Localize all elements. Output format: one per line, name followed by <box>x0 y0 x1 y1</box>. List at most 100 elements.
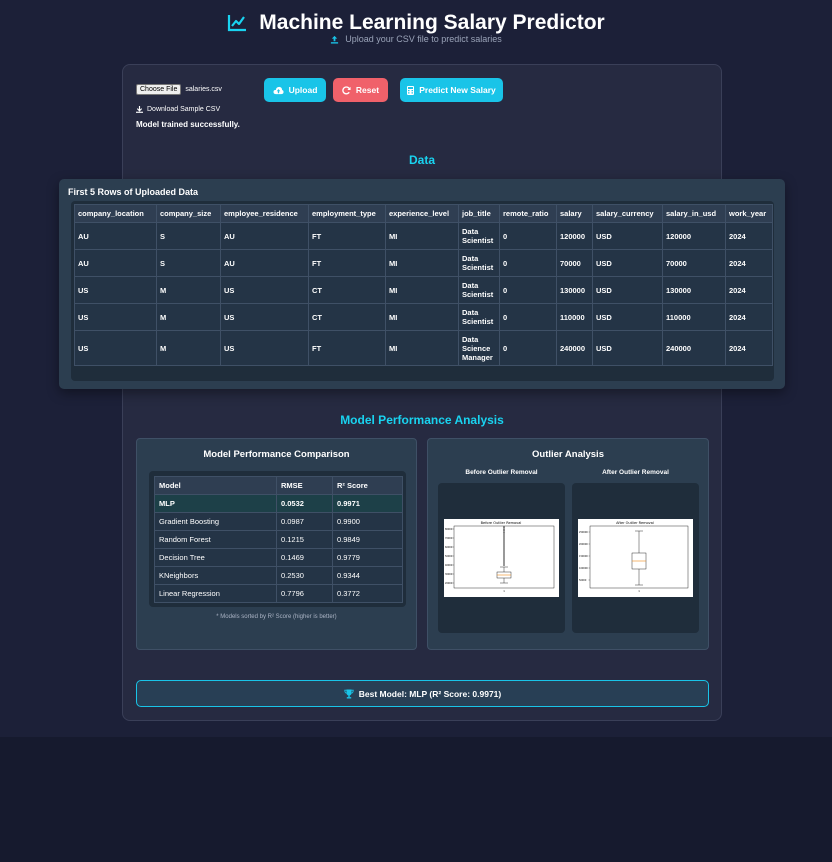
data-table-cell: 120000 <box>556 222 593 250</box>
data-table-cell: 110000 <box>556 303 593 331</box>
data-table-cell: M <box>156 303 221 331</box>
model-row: Linear Regression 0.7796 0.3772 <box>154 584 403 603</box>
model-table-header: Model RMSE R² Score <box>154 476 403 495</box>
data-table-cell: AU <box>220 249 309 277</box>
best-model-text: Best Model: MLP (R² Score: 0.9971) <box>358 688 502 699</box>
after-outlier-plot-frame: After Outlier Removal 250000 200000 15000… <box>572 483 699 633</box>
predict-button-label: Predict New Salary <box>419 85 496 95</box>
refresh-icon <box>342 85 351 95</box>
cloud-upload-icon <box>273 86 284 95</box>
choose-file-button[interactable]: Choose File <box>136 84 182 95</box>
data-table-cell: FT <box>308 249 386 277</box>
download-sample-label: Download Sample CSV <box>147 106 221 113</box>
data-table-row: US M US FT MI Data Science Manager 0 240000 USD 2… <box>74 330 773 366</box>
data-preview-panel: First 5 Rows of Uploaded Data company_lo… <box>59 179 785 389</box>
data-table-cell: 70000 <box>556 249 593 277</box>
data-table-cell: 240000 <box>556 330 593 366</box>
before-outlier-label: Before Outlier Removal <box>465 469 538 476</box>
after-outlier-boxplot: After Outlier Removal 250000 200000 15000… <box>578 519 693 597</box>
svg-text:80000: 80000 <box>445 528 453 531</box>
model-row: Gradient Boosting 0.0987 0.9900 <box>154 512 403 531</box>
data-table-cell: Data Scientist <box>458 276 500 304</box>
calculator-icon <box>407 85 415 95</box>
page-header: Machine Learning Salary Predictor Upload… <box>0 8 832 44</box>
before-outlier-column: Before Outlier Removal Before Outlier Re… <box>438 469 565 633</box>
after-outlier-column: After Outlier Removal After Outlier Remo… <box>572 469 699 633</box>
data-table-cell: 2024 <box>725 303 773 331</box>
svg-text:50000: 50000 <box>445 555 453 558</box>
data-table-body: AU S AU FT MI Data Scientist 0 120000 USD 120000 2… <box>74 222 773 366</box>
model-row: Decision Tree 0.1469 0.9779 <box>154 548 403 567</box>
svg-text:100000: 100000 <box>579 567 588 570</box>
model-comparison-title: Model Performance Comparison <box>203 449 350 460</box>
data-table-cell: 0 <box>499 222 557 250</box>
data-column-header: job_title <box>458 204 500 223</box>
file-input[interactable]: Choose File salaries.csv <box>136 84 222 95</box>
outlier-analysis-title: Outlier Analysis <box>532 449 604 460</box>
data-table-cell: FT <box>308 222 386 250</box>
model-table-cell: 0.9849 <box>332 530 403 549</box>
data-column-header: work_year <box>725 204 773 223</box>
data-table-cell: US <box>220 330 309 366</box>
model-table-cell: 0.1215 <box>276 530 333 549</box>
reset-button[interactable]: Reset <box>333 78 388 102</box>
model-table-cell: 0.0987 <box>276 512 333 531</box>
performance-section-title: Model Performance Analysis <box>340 413 504 427</box>
model-table-body: MLP 0.0532 0.9971 Gradient Boosting 0.0987 0.… <box>154 494 403 603</box>
svg-text:30000: 30000 <box>445 573 453 576</box>
data-table-cell: USD <box>592 222 663 250</box>
model-sort-note: * Models sorted by R² Score (higher is b… <box>216 614 337 620</box>
model-table-cell: 0.9971 <box>332 494 403 513</box>
after-plot-x-tick: 1 <box>638 589 640 593</box>
data-table-cell: 240000 <box>662 330 726 366</box>
model-column-header: RMSE <box>276 476 333 495</box>
after-plot-title: After Outlier Removal <box>616 521 654 525</box>
model-table-container: Model RMSE R² Score MLP 0.0532 0.9971 Gradien… <box>149 471 406 607</box>
data-table-cell: Data Scientist <box>458 303 500 331</box>
data-column-header: employee_residence <box>220 204 309 223</box>
page-subtitle: Upload your CSV file to predict salaries <box>0 34 832 44</box>
svg-text:20000: 20000 <box>445 582 453 585</box>
status-message: Model trained successfully. <box>136 120 240 129</box>
data-table-cell: 0 <box>499 276 557 304</box>
model-table-cell: 0.1469 <box>276 548 333 567</box>
data-table-cell: AU <box>220 222 309 250</box>
data-table-cell: US <box>74 303 157 331</box>
data-table: company_location company_size employee_res… <box>74 204 773 366</box>
model-row: Random Forest 0.1215 0.9849 <box>154 530 403 549</box>
before-plot-x-tick: 1 <box>503 589 505 593</box>
model-table-cell: Gradient Boosting <box>154 512 277 531</box>
data-table-cell: 0 <box>499 330 557 366</box>
predict-new-salary-button[interactable]: Predict New Salary <box>400 78 503 102</box>
data-table-cell: CT <box>308 303 386 331</box>
model-table-cell: 0.9779 <box>332 548 403 567</box>
model-column-header: R² Score <box>332 476 403 495</box>
data-table-cell: US <box>74 276 157 304</box>
data-table-cell: MI <box>385 249 459 277</box>
model-table-cell: Decision Tree <box>154 548 277 567</box>
download-sample-link[interactable]: Download Sample CSV <box>136 106 220 113</box>
data-column-header: company_size <box>156 204 221 223</box>
data-table-cell: S <box>156 249 221 277</box>
data-table-cell: 130000 <box>662 276 726 304</box>
model-table-cell: KNeighbors <box>154 566 277 585</box>
data-table-row: AU S AU FT MI Data Scientist 0 70000 USD 70000 202… <box>74 249 773 277</box>
data-table-row: AU S AU FT MI Data Scientist 0 120000 USD 120000 2… <box>74 222 773 250</box>
outlier-analysis-panel: Outlier Analysis Before Outlier Removal … <box>427 438 709 650</box>
model-table-cell: 0.9344 <box>332 566 403 585</box>
upload-button[interactable]: Upload <box>264 78 326 102</box>
svg-text:150000: 150000 <box>579 555 588 558</box>
data-table-cell: CT <box>308 276 386 304</box>
file-name: salaries.csv <box>185 86 222 93</box>
data-table-cell: Data Scientist <box>458 249 500 277</box>
data-column-header: salary <box>556 204 593 223</box>
before-plot-title: Before Outlier Removal <box>481 521 522 525</box>
trophy-icon <box>344 689 354 699</box>
data-table-cell: USD <box>592 303 663 331</box>
before-outlier-plot-frame: Before Outlier Removal 80000 70000 60000 5… <box>438 483 565 633</box>
page-subtitle-text: Upload your CSV file to predict salaries <box>345 34 502 44</box>
data-table-cell: USD <box>592 249 663 277</box>
data-table-cell: AU <box>74 249 157 277</box>
svg-text:250000: 250000 <box>579 531 588 534</box>
data-table-cell: US <box>74 330 157 366</box>
